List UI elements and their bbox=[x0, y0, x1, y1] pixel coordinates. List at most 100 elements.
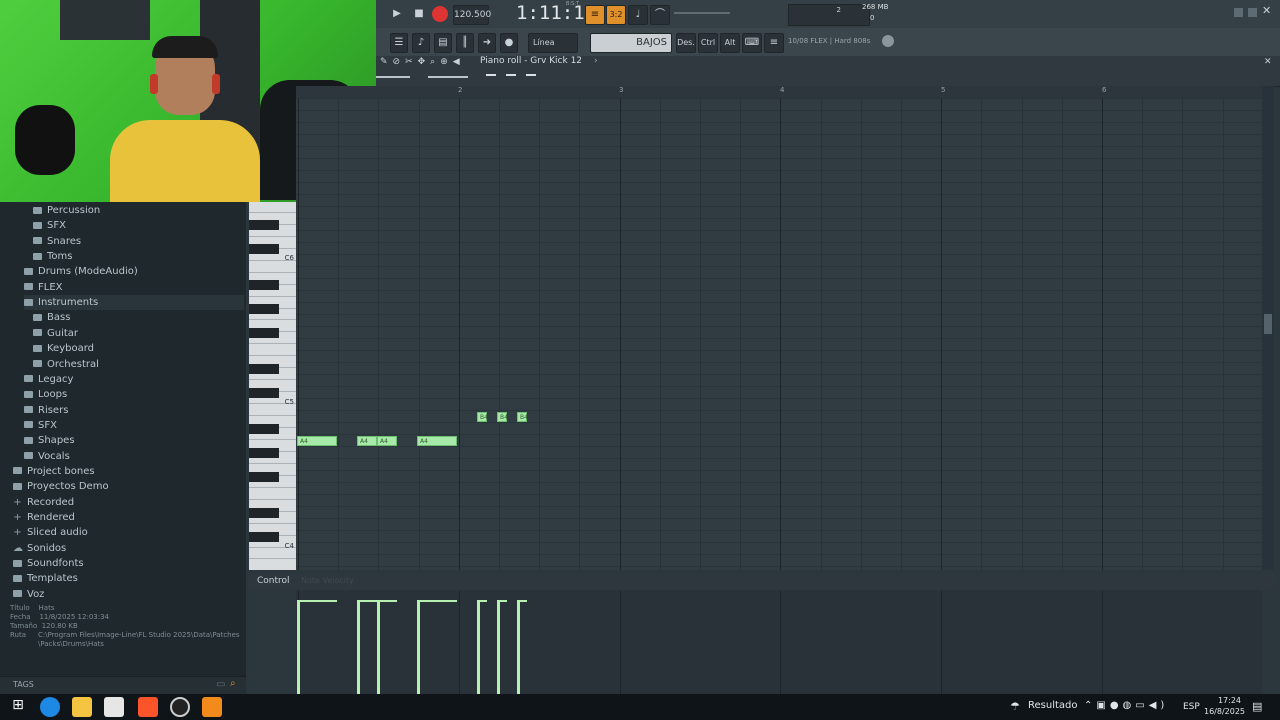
velocity-lane[interactable] bbox=[296, 590, 1262, 694]
mixer-icon[interactable]: ║ bbox=[456, 33, 474, 53]
black-key[interactable] bbox=[249, 304, 279, 314]
browser-item[interactable]: Toms bbox=[33, 249, 72, 264]
browser-item[interactable]: Keyboard bbox=[33, 341, 94, 356]
black-key[interactable] bbox=[249, 508, 279, 518]
note[interactable]: A4 bbox=[357, 436, 377, 446]
notification-icon[interactable]: ▤ bbox=[1252, 700, 1262, 713]
browser-item[interactable]: Proyectos Demo bbox=[13, 479, 109, 494]
alt-button[interactable]: Alt bbox=[720, 33, 740, 53]
black-key[interactable] bbox=[249, 388, 279, 398]
browser-item[interactable]: Guitar bbox=[33, 326, 78, 341]
note[interactable]: A4 bbox=[377, 436, 397, 446]
tray-icons[interactable]: ⌃▣●◍▭◀) bbox=[1084, 700, 1168, 711]
black-key[interactable] bbox=[249, 532, 279, 542]
minimize-icon[interactable] bbox=[1234, 8, 1243, 17]
globe-icon[interactable] bbox=[882, 35, 894, 47]
browser-item[interactable]: Bass bbox=[33, 310, 70, 325]
note-grid[interactable]: A4 A4 A4 A4 B4 B4 B4 bbox=[296, 98, 1262, 570]
browser-item[interactable]: SFX bbox=[24, 418, 57, 433]
arrow-icon[interactable]: ➜ bbox=[478, 33, 496, 53]
black-key[interactable] bbox=[249, 472, 279, 482]
stop-button[interactable]: ■ bbox=[410, 5, 428, 23]
browser-item[interactable]: Legacy bbox=[24, 372, 73, 387]
mic-icon[interactable]: ● bbox=[500, 33, 518, 53]
fl-studio-icon[interactable] bbox=[202, 697, 222, 717]
velocity-bar[interactable] bbox=[477, 600, 480, 694]
tempo-display[interactable]: 120.500 bbox=[453, 5, 491, 25]
browser-item[interactable]: Risers bbox=[24, 403, 68, 418]
piano-roll-close-icon[interactable]: ✕ bbox=[1264, 57, 1272, 67]
master-pitch-slider[interactable] bbox=[674, 12, 730, 14]
velocity-bar[interactable] bbox=[497, 600, 500, 694]
note[interactable]: B4 bbox=[497, 412, 508, 422]
white-key[interactable] bbox=[249, 559, 296, 571]
windows-start-icon[interactable]: ⊞ bbox=[8, 697, 28, 717]
note[interactable]: A4 bbox=[297, 436, 337, 446]
note[interactable]: B4 bbox=[477, 412, 488, 422]
browser-item[interactable]: Templates bbox=[13, 571, 78, 586]
control-label[interactable]: Control bbox=[257, 576, 290, 586]
black-key[interactable] bbox=[249, 280, 279, 290]
black-key[interactable] bbox=[249, 220, 279, 230]
browser-item[interactable]: Drums (ModeAudio) bbox=[24, 264, 138, 279]
pattern-mode-button[interactable]: ≡ bbox=[585, 5, 605, 25]
black-key[interactable] bbox=[249, 244, 279, 254]
note[interactable]: A4 bbox=[417, 436, 457, 446]
folder-icon[interactable]: ▭ bbox=[216, 679, 225, 690]
metronome-icon[interactable]: ♩ bbox=[628, 5, 648, 25]
ctrl-button[interactable]: Ctrl bbox=[698, 33, 718, 53]
browser-item[interactable]: Vocals bbox=[24, 449, 70, 464]
browser-item[interactable]: Snares bbox=[33, 234, 81, 249]
browser-item[interactable]: Orchestral bbox=[33, 357, 99, 372]
channel-rack-icon[interactable]: ▤ bbox=[434, 33, 452, 53]
browser-item[interactable]: + Recorded bbox=[13, 495, 74, 510]
browser-item[interactable]: Project bones bbox=[13, 464, 95, 479]
store-icon[interactable] bbox=[104, 697, 124, 717]
close-icon[interactable]: ✕ bbox=[1262, 4, 1271, 17]
wait-icon[interactable]: ⌒ bbox=[650, 5, 670, 25]
song-mode-button[interactable]: 3:2 bbox=[606, 5, 626, 25]
file-explorer-icon[interactable] bbox=[72, 697, 92, 717]
browser-item[interactable]: ☁ Sonidos bbox=[13, 541, 66, 556]
scrollbar-thumb[interactable] bbox=[1264, 314, 1272, 334]
browser-item[interactable]: Loops bbox=[24, 387, 67, 402]
maximize-icon[interactable] bbox=[1248, 8, 1257, 17]
brave-browser-icon[interactable] bbox=[138, 697, 158, 717]
browser-item[interactable]: Instruments bbox=[24, 295, 244, 311]
vertical-scrollbar[interactable] bbox=[1262, 86, 1274, 570]
velocity-bar[interactable] bbox=[517, 600, 520, 694]
browser-item[interactable]: Shapes bbox=[24, 433, 75, 448]
list-icon[interactable]: ≡ bbox=[764, 33, 784, 53]
velocity-bar[interactable] bbox=[377, 600, 380, 694]
note[interactable]: B4 bbox=[517, 412, 528, 422]
playlist-icon[interactable]: ☰ bbox=[390, 33, 408, 53]
taskbar-result-text[interactable]: Resultado bbox=[1028, 700, 1078, 711]
snap-selector[interactable]: Línea bbox=[528, 33, 578, 53]
velocity-bar[interactable] bbox=[297, 600, 300, 694]
typing-keyboard-icon[interactable]: ⌨ bbox=[742, 33, 762, 53]
language-indicator[interactable]: ESP bbox=[1183, 702, 1200, 712]
piano-keyboard[interactable]: C6 C5 C4 bbox=[249, 202, 296, 570]
obs-icon[interactable] bbox=[170, 697, 190, 717]
piano-roll-tools[interactable]: ✎⊘✂✥⌕⊕◀ bbox=[380, 57, 465, 67]
browser-item[interactable]: Voz bbox=[13, 587, 44, 602]
browser-item[interactable]: SFX bbox=[33, 218, 66, 233]
black-key[interactable] bbox=[249, 448, 279, 458]
piano-roll-icon[interactable]: ♪ bbox=[412, 33, 430, 53]
clock-date[interactable]: 16/8/2025 bbox=[1204, 707, 1245, 716]
copilot-icon[interactable] bbox=[40, 697, 60, 717]
velocity-bar[interactable] bbox=[357, 600, 360, 694]
browser-item[interactable]: FLEX bbox=[24, 280, 63, 295]
play-button[interactable]: ▶ bbox=[388, 5, 406, 23]
clock-time[interactable]: 17:24 bbox=[1207, 696, 1241, 705]
weather-icon[interactable]: ☂ bbox=[1010, 700, 1020, 713]
search-icon[interactable]: ⌕ bbox=[230, 678, 236, 689]
black-key[interactable] bbox=[249, 364, 279, 374]
browser-item[interactable]: + Sliced audio bbox=[13, 525, 88, 540]
record-button[interactable] bbox=[432, 6, 448, 22]
browser-item[interactable]: Soundfonts bbox=[13, 556, 84, 571]
browser-item[interactable]: + Rendered bbox=[13, 510, 75, 525]
black-key[interactable] bbox=[249, 424, 279, 434]
browser-item[interactable]: Percussion bbox=[33, 203, 100, 218]
black-key[interactable] bbox=[249, 328, 279, 338]
